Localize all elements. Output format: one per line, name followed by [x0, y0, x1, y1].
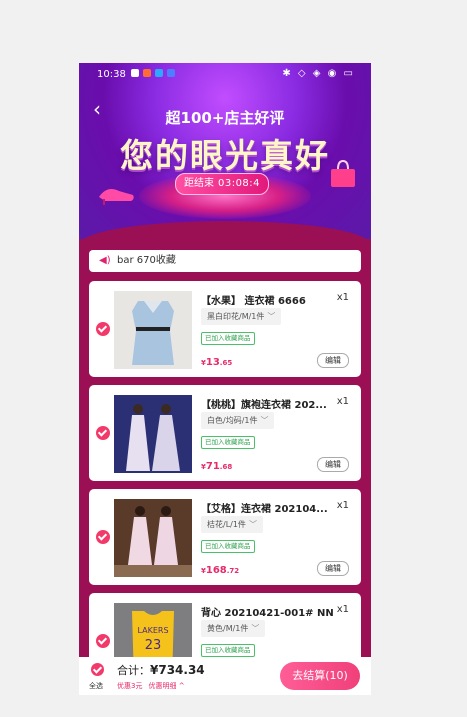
product-name[interactable]: 【艾格】连衣裙 202104...	[201, 500, 328, 515]
countdown-timer: 距结束 03:08:4	[175, 173, 269, 195]
chevron-down-icon: ﹀	[260, 416, 269, 425]
app-notification-icon	[131, 69, 139, 77]
item-check-icon[interactable]	[96, 530, 110, 544]
price-integer: 13	[205, 357, 220, 368]
svg-text:LAKERS: LAKERS	[137, 626, 168, 635]
product-name[interactable]: 背心 20210421-001# NN	[201, 604, 334, 619]
item-quantity: x1	[336, 604, 349, 615]
checkout-bar: 全选 合计：¥734.34 优惠3元 优惠明细 ^ 去结算(10)	[79, 657, 371, 695]
product-image[interactable]	[114, 499, 192, 577]
product-name[interactable]: 【水果】 连衣裙 6666	[201, 292, 306, 307]
chevron-down-icon: ﹀	[251, 624, 260, 633]
product-image[interactable]	[114, 291, 192, 369]
spec-value: 黑白印花/M/1件	[207, 312, 265, 321]
favorite-tag: 已加入收藏商品	[201, 436, 255, 449]
status-app-icons	[131, 69, 175, 77]
item-price: ¥71.68	[201, 454, 232, 473]
discount-detail-link[interactable]: 优惠明细 ^	[148, 682, 184, 690]
notice-text: bar 670收藏	[117, 255, 176, 266]
item-check-icon[interactable]	[96, 634, 110, 648]
spec-selector[interactable]: 桔花/L/1件 ﹀	[201, 516, 263, 533]
total-price: 合计：¥734.34	[117, 662, 205, 678]
discount-info: 优惠3元 优惠明细 ^	[117, 681, 185, 691]
app-screen: 10:38 ✱ ◇ ◈ ◉ ▭ ‹ 超100+店主好评 您的眼光真好 距结束 03…	[79, 63, 371, 695]
total-label: 合计：	[117, 664, 150, 677]
status-system-icons: ✱ ◇ ◈ ◉ ▭	[282, 68, 355, 79]
item-quantity: x1	[336, 292, 349, 303]
product-image[interactable]	[114, 395, 192, 473]
speaker-icon: ◀)	[99, 255, 111, 266]
spec-selector[interactable]: 白色/均码/1件 ﹀	[201, 412, 275, 429]
edit-button[interactable]: 编辑	[317, 561, 349, 576]
status-bar: 10:38 ✱ ◇ ◈ ◉ ▭	[79, 63, 371, 83]
banner-subtitle: 超100+店主好评	[165, 109, 285, 127]
shopping-bag-decoration-icon	[331, 159, 355, 187]
countdown-value: 03:08:4	[217, 178, 261, 189]
edit-button[interactable]: 编辑	[317, 457, 349, 472]
high-heel-decoration-icon	[99, 189, 134, 205]
checkout-button[interactable]: 去结算(10)	[280, 662, 360, 690]
discount-amount: 优惠3元	[117, 682, 143, 690]
favorite-tag: 已加入收藏商品	[201, 332, 255, 345]
spec-value: 黄色/M/1件	[207, 624, 249, 633]
product-name[interactable]: 【桃桃】旗袍连衣裙 202...	[201, 396, 327, 411]
select-all-check-icon[interactable]	[91, 663, 104, 676]
item-check-icon[interactable]	[96, 426, 110, 440]
price-integer: 71	[205, 461, 220, 472]
price-decimal: .65	[219, 359, 233, 367]
item-check-icon[interactable]	[96, 322, 110, 336]
select-all-label[interactable]: 全选	[89, 681, 103, 691]
item-quantity: x1	[336, 500, 349, 511]
notice-bar: ◀) bar 670收藏	[89, 250, 361, 272]
cart-item[interactable]: 【艾格】连衣裙 202104... x1 桔花/L/1件 ﹀ 已加入收藏商品 ¥1…	[89, 489, 361, 585]
cart-item[interactable]: 【水果】 连衣裙 6666 x1 黑白印花/M/1件 ﹀ 已加入收藏商品 ¥13.…	[89, 281, 361, 377]
spec-value: 白色/均码/1件	[207, 416, 258, 425]
item-quantity: x1	[336, 396, 349, 407]
countdown-label: 距结束	[183, 178, 214, 189]
status-time: 10:38	[97, 69, 126, 80]
favorite-tag: 已加入收藏商品	[201, 540, 255, 553]
svg-text:23: 23	[145, 638, 162, 653]
promo-banner: 10:38 ✱ ◇ ◈ ◉ ▭ ‹ 超100+店主好评 您的眼光真好 距结束 03…	[79, 63, 371, 239]
price-decimal: .68	[219, 463, 233, 471]
total-amount: ¥734.34	[150, 663, 205, 677]
app-notification-icon	[167, 69, 175, 77]
chevron-down-icon: ﹀	[248, 520, 257, 529]
chevron-down-icon: ﹀	[267, 312, 276, 321]
app-notification-icon	[143, 69, 151, 77]
app-notification-icon	[155, 69, 163, 77]
price-integer: 168	[205, 565, 227, 576]
item-price: ¥168.72	[201, 558, 239, 577]
item-price: ¥13.65	[201, 350, 232, 369]
cart-item[interactable]: 【桃桃】旗袍连衣裙 202... x1 白色/均码/1件 ﹀ 已加入收藏商品 ¥7…	[89, 385, 361, 481]
spec-selector[interactable]: 黑白印花/M/1件 ﹀	[201, 308, 282, 325]
spec-value: 桔花/L/1件	[207, 520, 246, 529]
spec-selector[interactable]: 黄色/M/1件 ﹀	[201, 620, 266, 637]
price-decimal: .72	[226, 567, 240, 575]
favorite-tag: 已加入收藏商品	[201, 644, 255, 657]
edit-button[interactable]: 编辑	[317, 353, 349, 368]
